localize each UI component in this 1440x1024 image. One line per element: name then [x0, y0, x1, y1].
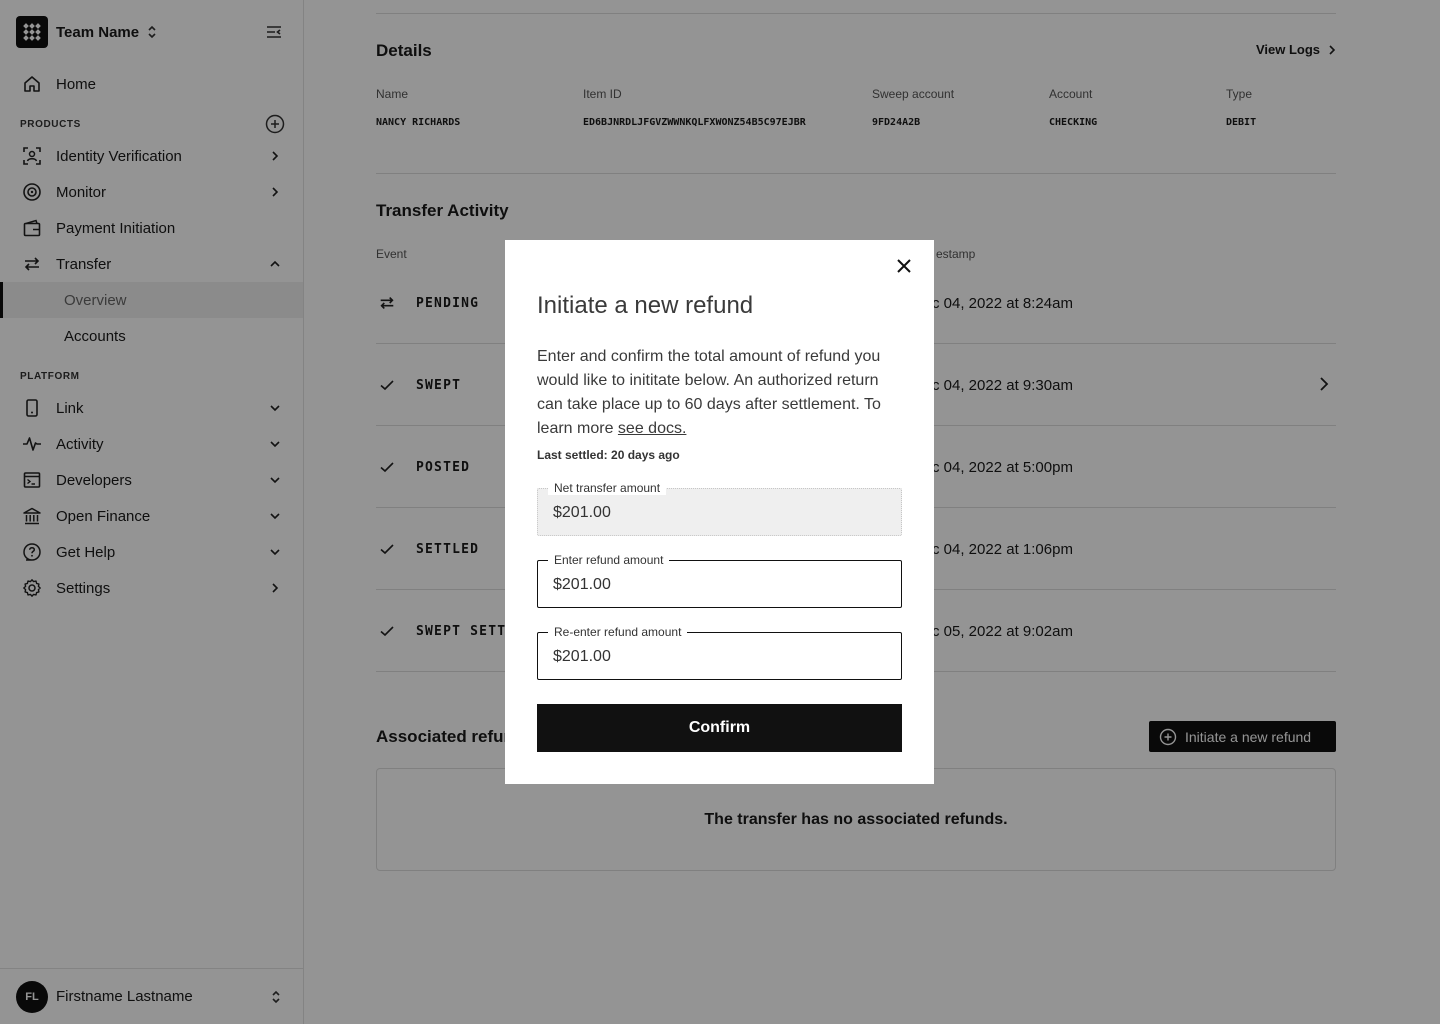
modal-description-text: Enter and confirm the total amount of re… [537, 348, 881, 437]
close-icon[interactable] [892, 254, 916, 278]
net-transfer-amount-value: $201.00 [553, 504, 611, 521]
reenter-refund-amount-field: Re-enter refund amount [537, 625, 902, 680]
field-label: Enter refund amount [548, 553, 670, 567]
last-settled-text: Last settled: 20 days ago [537, 448, 680, 462]
refund-amount-field: Enter refund amount [537, 553, 902, 608]
field-label: Net transfer amount [548, 481, 667, 495]
refund-modal: Initiate a new refund Enter and confirm … [505, 240, 934, 784]
see-docs-link[interactable]: see docs. [618, 420, 686, 437]
confirm-button[interactable]: Confirm [537, 704, 902, 752]
field-label: Re-enter refund amount [548, 625, 688, 639]
reenter-refund-amount-input[interactable] [553, 648, 883, 666]
net-transfer-amount-field: Net transfer amount $201.00 [537, 481, 902, 536]
modal-title: Initiate a new refund [537, 292, 754, 319]
refund-amount-input[interactable] [553, 576, 883, 594]
modal-description: Enter and confirm the total amount of re… [537, 345, 905, 441]
